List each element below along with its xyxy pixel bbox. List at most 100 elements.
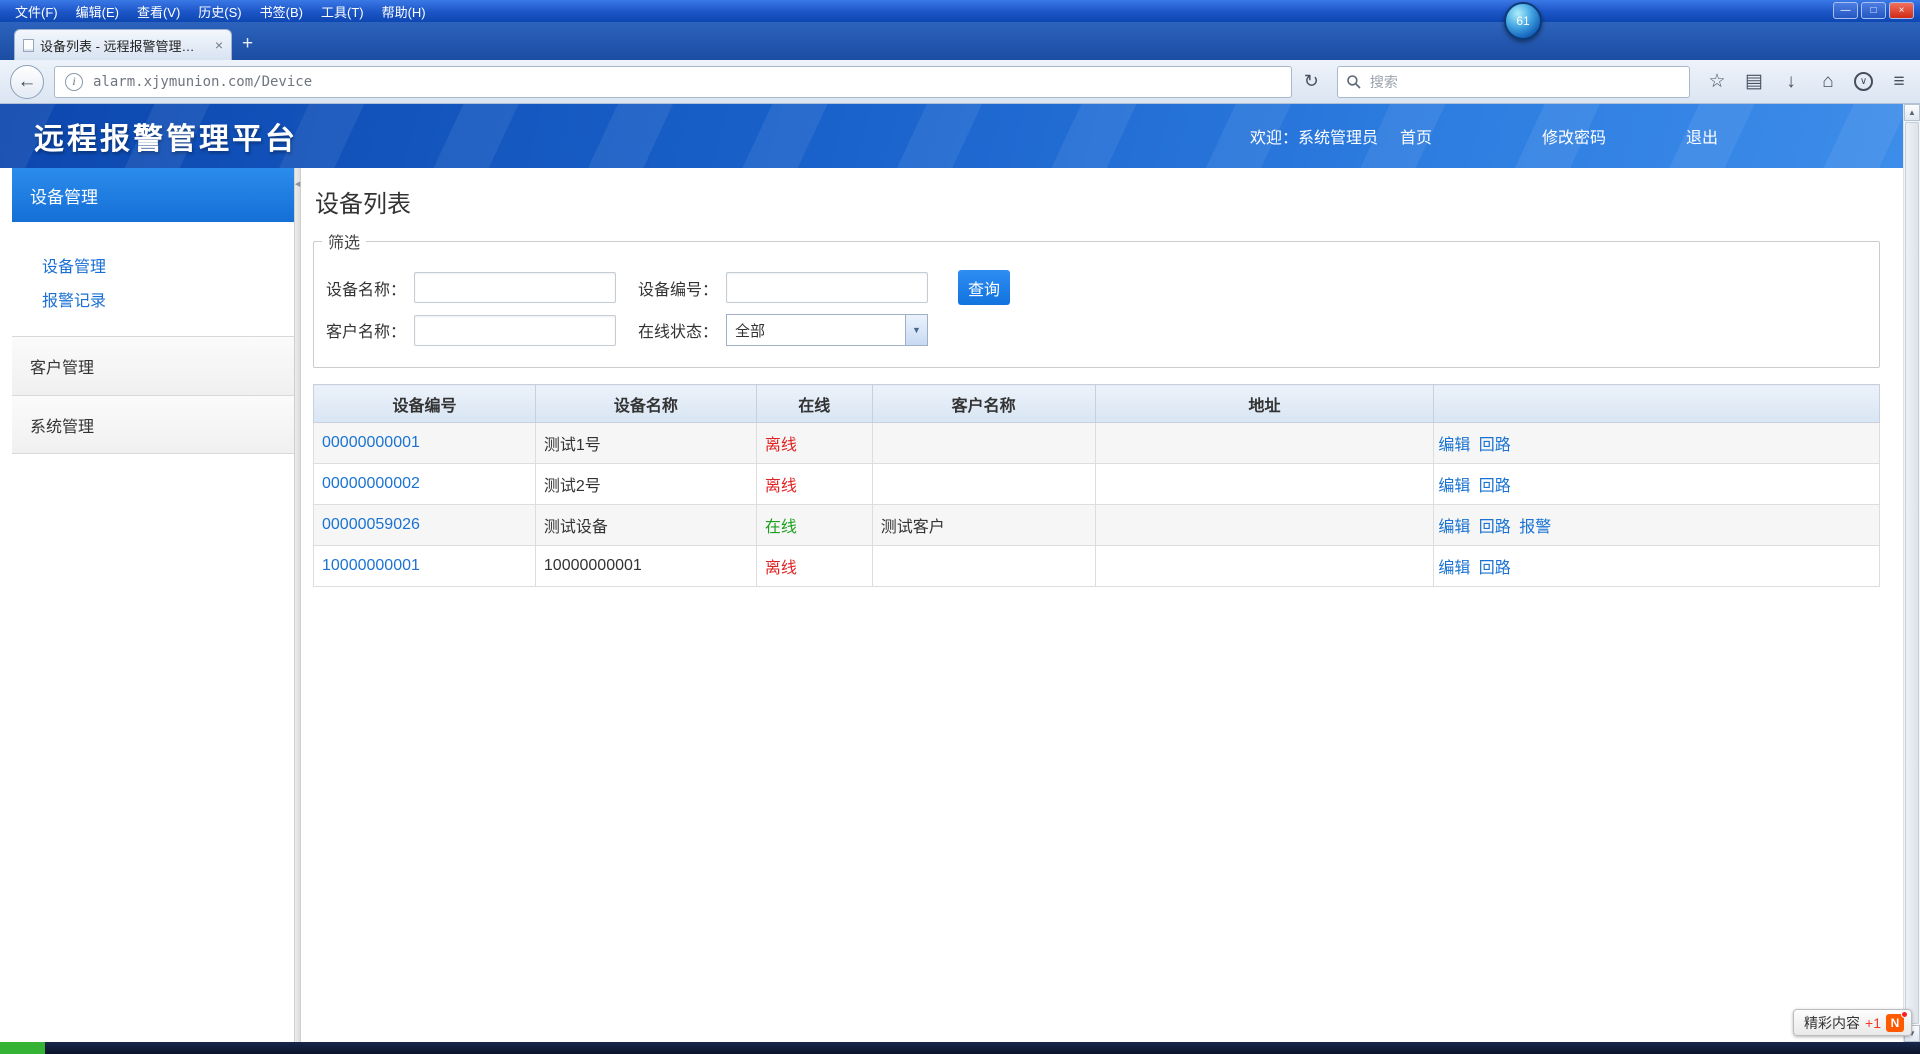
sidebar-subitem-device-management[interactable]: 设备管理 — [12, 248, 294, 282]
circuit-link[interactable]: 回路 — [1479, 560, 1511, 577]
site-info-icon[interactable]: i — [65, 73, 83, 91]
online-status-label: 在线状态： — [638, 318, 726, 342]
circuit-link[interactable]: 回路 — [1479, 519, 1511, 536]
url-text: alarm.xjymunion.com/Device — [93, 74, 312, 90]
device-no-label: 设备编号： — [638, 276, 726, 300]
menu-history[interactable]: 历史(S) — [189, 0, 250, 23]
table-row: 00000059026 测试设备 在线 测试客户 编辑 回路 报警 — [314, 505, 1880, 546]
page-body: 设备管理 设备管理 报警记录 客户管理 系统管理 ◀ 设备列表 筛选 — [0, 168, 1903, 1042]
col-header-device-name: 设备名称 — [535, 385, 756, 423]
url-bar[interactable]: i alarm.xjymunion.com/Device — [54, 66, 1292, 98]
edit-link[interactable]: 编辑 — [1438, 560, 1470, 577]
collapse-arrow-icon: ◀ — [295, 180, 300, 1042]
orb-badge: 61 — [1516, 14, 1529, 28]
sidebar-item-device-management[interactable]: 设备管理 — [12, 168, 294, 222]
new-tab-button[interactable]: + — [242, 34, 253, 53]
browser-viewport: 远程报警管理平台 欢迎：系统管理员 首页 修改密码 退出 设备管理 设备管理 报… — [0, 104, 1920, 1042]
device-no-link[interactable]: 00000000001 — [322, 434, 420, 451]
table-row: 00000000001 测试1号 离线 编辑 回路 — [314, 423, 1880, 464]
scrollbar-thumb[interactable] — [1905, 122, 1919, 1024]
alarm-link[interactable]: 报警 — [1519, 519, 1551, 536]
device-no-input[interactable] — [726, 272, 928, 303]
taskbar-item[interactable] — [0, 1042, 45, 1054]
library-icon[interactable]: ▤ — [1743, 72, 1765, 91]
status-badge: 离线 — [765, 560, 797, 577]
menu-file[interactable]: 文件(F) — [6, 0, 67, 23]
search-box — [1337, 66, 1690, 98]
filter-row: 设备名称： 设备编号： 查询 — [326, 270, 1879, 305]
tab-favicon-icon — [23, 39, 34, 52]
main-content: 设备列表 筛选 设备名称： 设备编号： 查询 客户名称： — [301, 168, 1903, 1042]
firefox-orb-button[interactable]: 61 — [1504, 2, 1542, 40]
device-no-link[interactable]: 10000000001 — [322, 557, 420, 574]
col-header-device-no: 设备编号 — [314, 385, 536, 423]
circuit-link[interactable]: 回路 — [1479, 478, 1511, 495]
sidebar-submenu: 设备管理 报警记录 — [12, 222, 294, 336]
hamburger-menu-icon[interactable]: ≡ — [1888, 72, 1910, 91]
device-no-link[interactable]: 00000000002 — [322, 475, 420, 492]
browser-window: 文件(F) 编辑(E) 查看(V) 历史(S) 书签(B) 工具(T) 帮助(H… — [0, 0, 1920, 1054]
web-page: 远程报警管理平台 欢迎：系统管理员 首页 修改密码 退出 设备管理 设备管理 报… — [0, 104, 1903, 1042]
nav-logout-link[interactable]: 退出 — [1686, 124, 1718, 148]
customer-name-label: 客户名称： — [326, 318, 414, 342]
bookmark-star-icon[interactable]: ☆ — [1706, 72, 1728, 91]
edit-link[interactable]: 编辑 — [1438, 437, 1470, 454]
customer-cell — [872, 423, 1095, 464]
address-cell — [1095, 464, 1434, 505]
device-name-cell: 测试2号 — [535, 464, 756, 505]
menu-bookmarks[interactable]: 书签(B) — [251, 0, 312, 23]
sidebar-subitem-alarm-records[interactable]: 报警记录 — [12, 282, 294, 316]
minimize-button[interactable]: — — [1833, 2, 1858, 19]
maximize-button[interactable]: □ — [1861, 2, 1886, 19]
device-name-cell: 测试1号 — [535, 423, 756, 464]
menu-edit[interactable]: 编辑(E) — [67, 0, 128, 23]
address-cell — [1095, 546, 1434, 587]
customer-name-input[interactable] — [414, 315, 616, 346]
sidebar-item-system-management[interactable]: 系统管理 — [12, 395, 294, 454]
filter-legend: 筛选 — [322, 229, 366, 253]
welcome-text: 欢迎：系统管理员 — [1250, 124, 1378, 148]
tab-close-icon[interactable]: × — [215, 37, 223, 53]
menu-view[interactable]: 查看(V) — [128, 0, 189, 23]
reload-button[interactable]: ↻ — [1304, 71, 1319, 92]
toolbar-icons: ☆ ▤ ↓ ⌂ ∨ ≡ — [1706, 72, 1910, 91]
status-badge: 离线 — [765, 478, 797, 495]
circuit-link[interactable]: 回路 — [1479, 437, 1511, 454]
sidebar-collapse-handle[interactable]: ◀ — [294, 168, 301, 1042]
address-cell — [1095, 423, 1434, 464]
device-no-link[interactable]: 00000059026 — [322, 516, 420, 533]
window-controls: — □ × — [1833, 2, 1914, 19]
page-title: 设备列表 — [315, 184, 1889, 219]
close-button[interactable]: × — [1889, 2, 1914, 19]
query-button[interactable]: 查询 — [958, 270, 1010, 305]
pocket-icon[interactable]: ∨ — [1854, 72, 1873, 91]
promo-n-icon: N — [1886, 1014, 1904, 1032]
downloads-icon[interactable]: ↓ — [1780, 72, 1802, 91]
menu-tools[interactable]: 工具(T) — [312, 0, 373, 23]
col-header-online: 在线 — [756, 385, 872, 423]
status-badge: 在线 — [765, 519, 797, 536]
app-title: 远程报警管理平台 — [34, 114, 298, 158]
promo-badge: +1 — [1865, 1015, 1881, 1031]
sidebar-item-customer-management[interactable]: 客户管理 — [12, 336, 294, 395]
device-name-cell: 测试设备 — [535, 505, 756, 546]
app-header: 远程报警管理平台 欢迎：系统管理员 首页 修改密码 退出 — [0, 104, 1903, 168]
promo-popup[interactable]: 精彩内容 +1 N — [1793, 1009, 1912, 1036]
search-input[interactable] — [1370, 74, 1681, 90]
menu-help[interactable]: 帮助(H) — [373, 0, 435, 23]
nav-change-password-link[interactable]: 修改密码 — [1542, 124, 1606, 148]
edit-link[interactable]: 编辑 — [1438, 519, 1470, 536]
device-name-input[interactable] — [414, 272, 616, 303]
tab-device-list[interactable]: 设备列表 - 远程报警管理… × — [14, 29, 232, 60]
page-scrollbar[interactable]: ▲ ▼ — [1903, 104, 1920, 1042]
home-icon[interactable]: ⌂ — [1817, 72, 1839, 91]
col-header-address: 地址 — [1095, 385, 1434, 423]
back-button[interactable]: ← — [10, 65, 44, 99]
customer-cell — [872, 464, 1095, 505]
edit-link[interactable]: 编辑 — [1438, 478, 1470, 495]
scroll-up-icon[interactable]: ▲ — [1904, 104, 1920, 121]
nav-home-link[interactable]: 首页 — [1400, 124, 1432, 148]
online-status-select[interactable]: 全部 ▼ — [726, 314, 928, 346]
device-table: 设备编号 设备名称 在线 客户名称 地址 00000000001 — [313, 384, 1880, 587]
select-dropdown-icon: ▼ — [905, 315, 927, 345]
